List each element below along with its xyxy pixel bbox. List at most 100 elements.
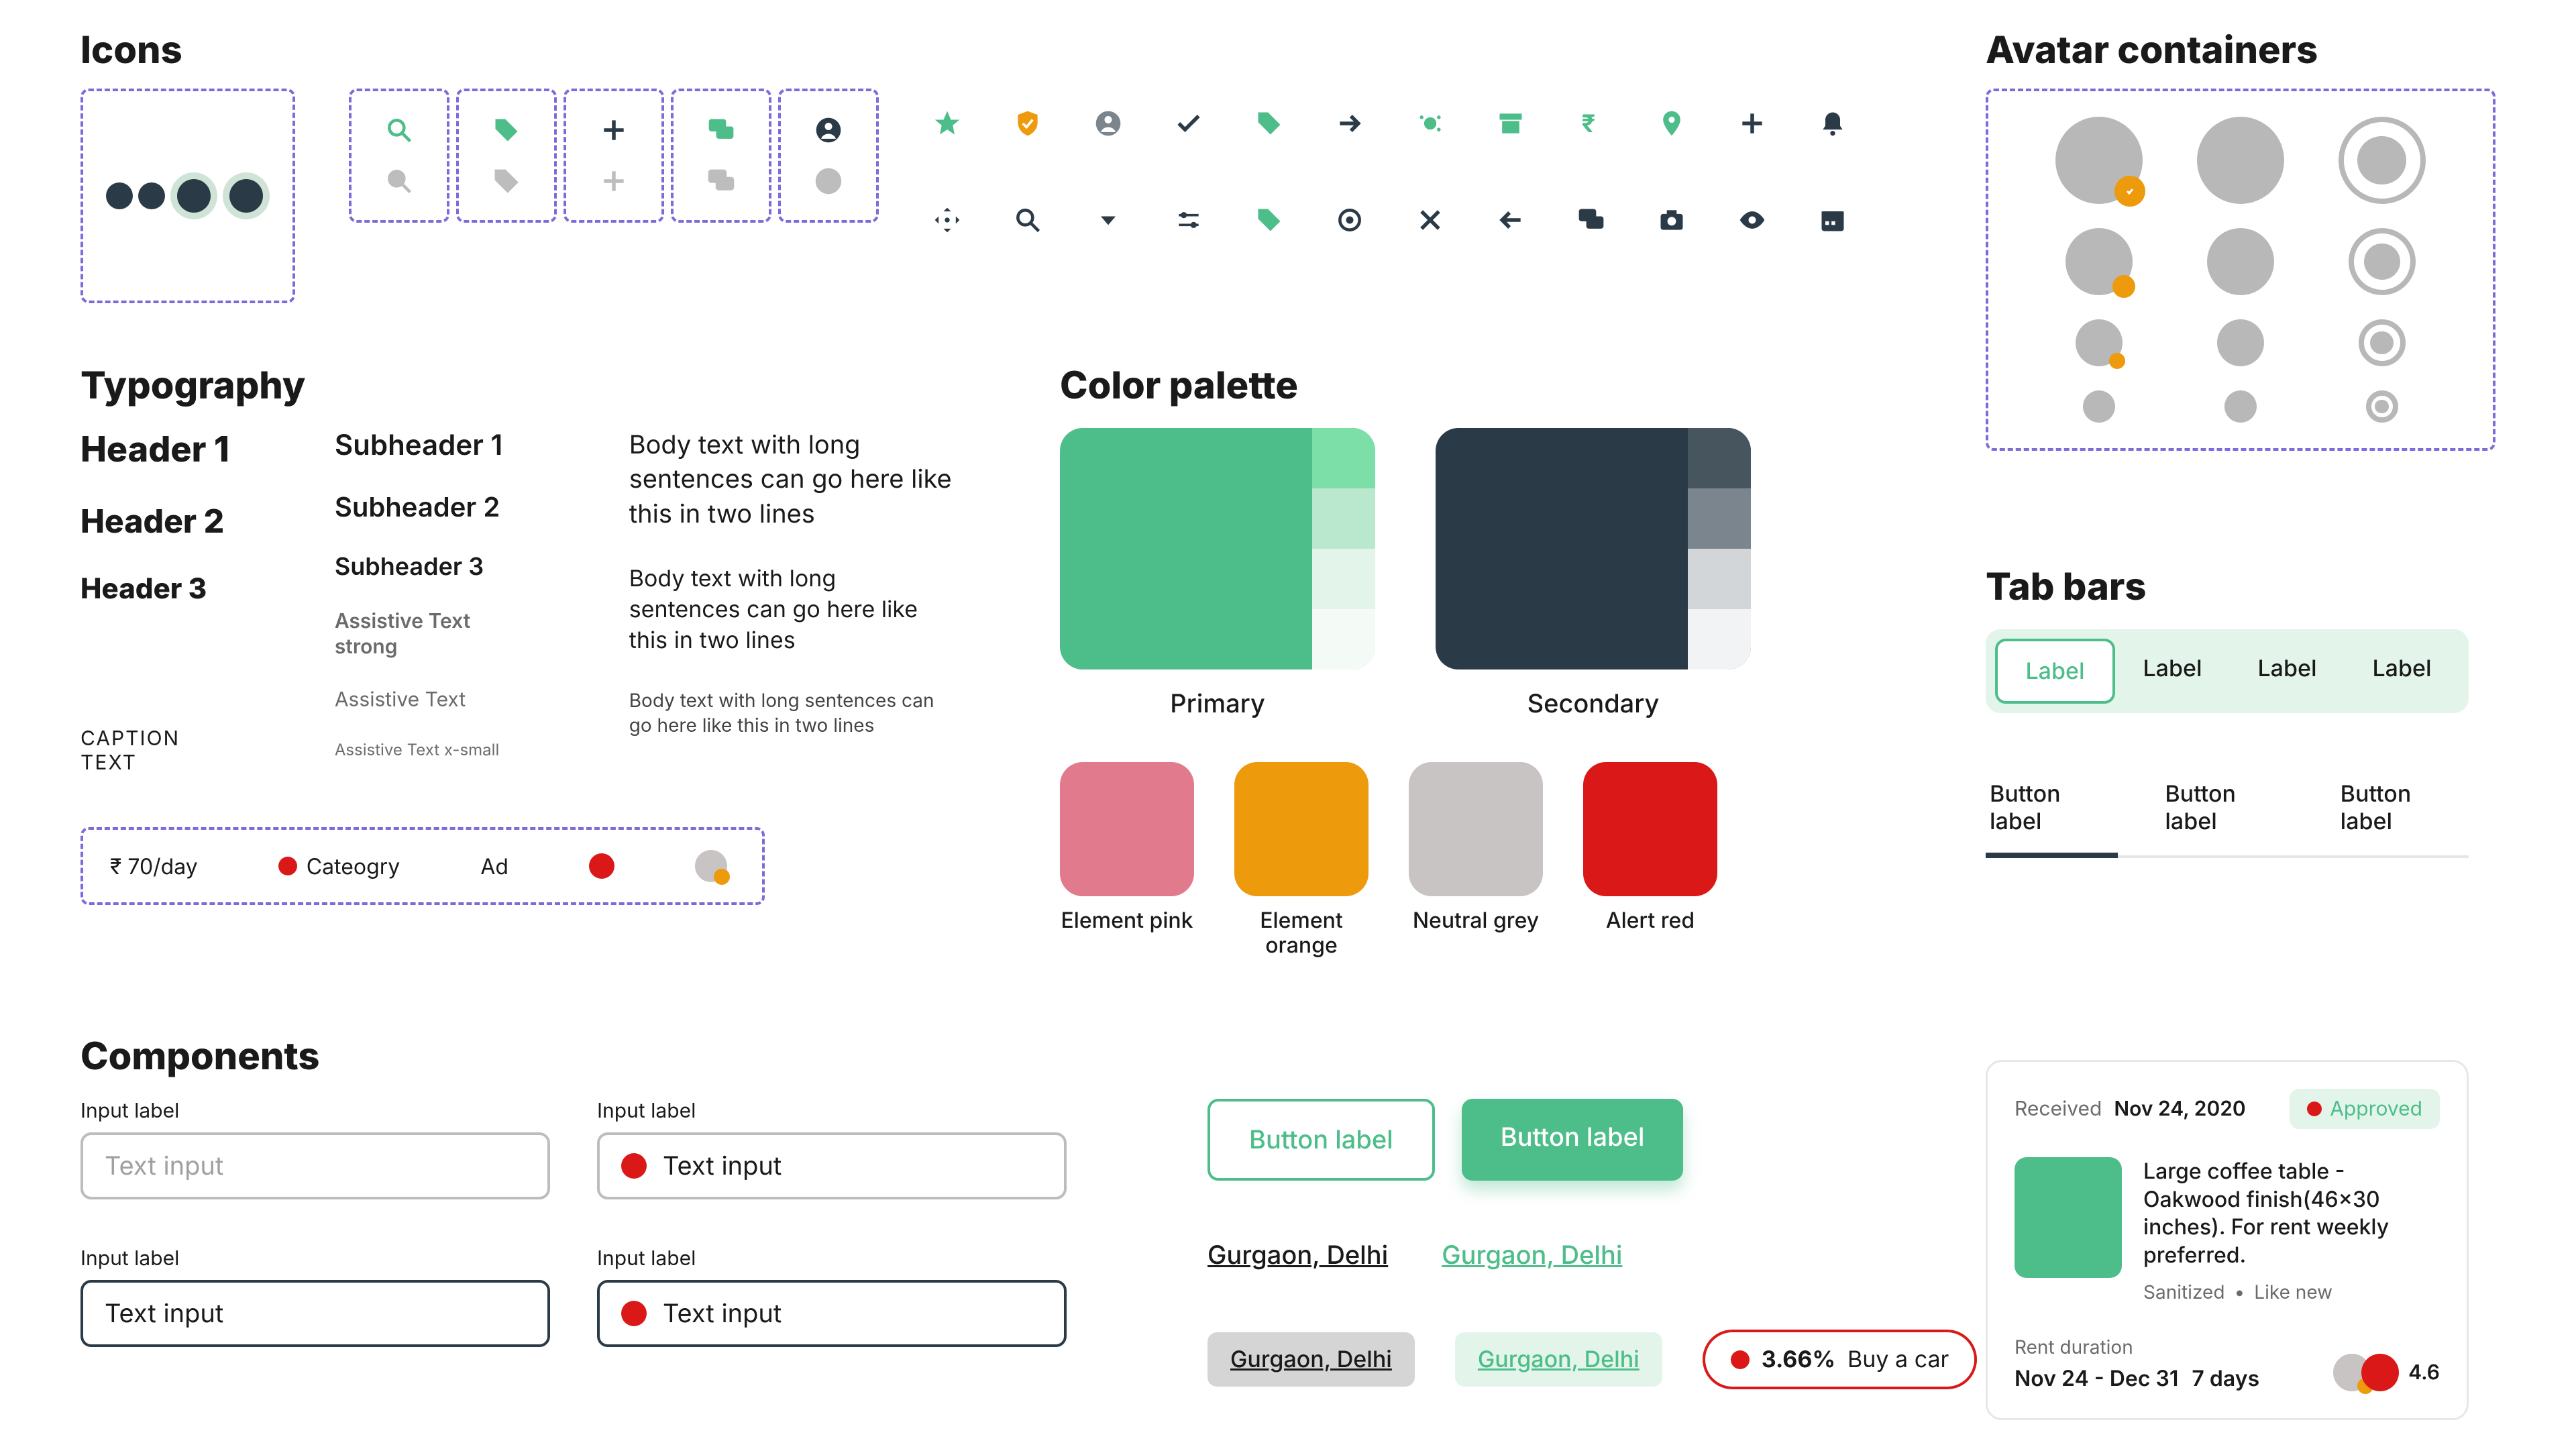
dot-icon	[278, 857, 297, 875]
plus-icon	[599, 166, 629, 196]
cta-pill-button[interactable]: 3.66% Buy a car	[1703, 1330, 1978, 1389]
text-input[interactable]: Text input	[80, 1280, 550, 1347]
input-plain: Input label Text input	[80, 1099, 550, 1199]
avatar-small-outline	[2359, 319, 2406, 366]
ad-chip: Ad	[480, 853, 508, 879]
tag-icon	[1254, 205, 1284, 235]
calendar-icon	[1818, 205, 1847, 235]
section-title-avatars: Avatar containers	[1986, 27, 2496, 72]
search-icon	[384, 115, 414, 145]
input-with-icon: Input label Text input	[597, 1099, 1067, 1199]
header-2-sample: Header 2	[80, 501, 241, 541]
text-input[interactable]: Text input	[597, 1280, 1067, 1347]
text-input[interactable]: Text input	[597, 1132, 1067, 1199]
received-label: Received	[2015, 1097, 2102, 1121]
caret-down-icon	[1093, 205, 1123, 235]
tab-pill-1[interactable]: Label	[1995, 639, 2115, 704]
tag-icon	[492, 115, 521, 145]
header-3-sample: Header 3	[80, 572, 241, 606]
rating: 4.6	[2408, 1360, 2440, 1385]
text-input[interactable]: Text input	[80, 1132, 550, 1199]
sparkle-icon	[1415, 109, 1445, 138]
avatar-xsmall	[695, 850, 727, 882]
target-icon	[1335, 205, 1364, 235]
avatar-medium-badge	[2065, 228, 2133, 295]
camera-icon	[1657, 205, 1686, 235]
avatar-xsmall	[2224, 390, 2257, 423]
tab-underline-1[interactable]: Button label	[1986, 780, 2118, 855]
body-text-md: Body text with long sentences can go her…	[629, 564, 953, 656]
icon-states-group	[349, 89, 879, 223]
dot-default-icon	[138, 182, 165, 209]
avatar-large-badge	[2055, 117, 2143, 204]
subheader-1-sample: Subheader 1	[335, 428, 535, 462]
avatar-xsmall	[2083, 390, 2115, 423]
caption-sample: CAPTION TEXT	[80, 727, 241, 775]
assistive-sample: Assistive Text	[335, 688, 535, 712]
plus-icon	[1737, 109, 1767, 138]
subheader-3-sample: Subheader 3	[335, 551, 535, 581]
check-icon	[1174, 109, 1203, 138]
header-1-sample: Header 1	[80, 428, 241, 470]
dot-states-box	[80, 89, 295, 303]
avatar-medium-outline	[2349, 228, 2416, 295]
dot-selected-icon	[223, 172, 270, 219]
card-section: Received Nov 24, 2020 Approved Large cof…	[1986, 1060, 2469, 1420]
archive-icon	[1496, 109, 1525, 138]
avatar-large-outline	[2339, 117, 2426, 204]
tag-neutral[interactable]: Gurgaon, Delhi	[1208, 1332, 1415, 1387]
system-icon-grid: ₹	[932, 89, 1847, 235]
swatch-primary: Primary	[1060, 428, 1375, 719]
user-circle-icon	[814, 115, 843, 145]
tag-accent[interactable]: Gurgaon, Delhi	[1455, 1332, 1662, 1387]
dot-selected-icon	[170, 172, 217, 219]
arrow-left-icon	[1496, 205, 1525, 235]
link-accent[interactable]: Gurgaon, Delhi	[1442, 1240, 1622, 1271]
dot-icon	[621, 1301, 647, 1326]
tab-underline-3[interactable]: Button label	[2337, 780, 2469, 855]
avatar-section: Avatar containers	[1986, 27, 2496, 451]
tab-underline-2[interactable]: Button label	[2161, 780, 2293, 855]
chat-icon	[1576, 205, 1606, 235]
bell-icon	[1818, 109, 1847, 138]
swatch-secondary: Secondary	[1436, 428, 1751, 719]
section-title-icons: Icons	[80, 27, 1999, 72]
card-title: Large coffee table - Oakwood finish(46x3…	[2143, 1157, 2440, 1269]
price-chip: ₹ 70/day	[110, 853, 198, 879]
eye-icon	[1737, 205, 1767, 235]
button-primary[interactable]: Button label	[1462, 1099, 1684, 1181]
chips-showcase: ₹ 70/day Cateogry Ad	[80, 827, 765, 905]
tab-pill-3[interactable]: Label	[2230, 639, 2345, 704]
dot-icon	[1731, 1350, 1750, 1369]
search-icon	[1013, 205, 1042, 235]
avatar-small	[2217, 319, 2264, 366]
listing-card[interactable]: Received Nov 24, 2020 Approved Large cof…	[1986, 1060, 2469, 1420]
tab-pill-2[interactable]: Label	[2115, 639, 2230, 704]
swatch-pink: Element pink	[1060, 762, 1194, 958]
shield-verified-icon	[2112, 275, 2135, 298]
tag-icon	[1254, 109, 1284, 138]
search-icon	[384, 166, 414, 196]
rupee-icon: ₹	[1576, 109, 1606, 138]
link-default[interactable]: Gurgaon, Delhi	[1208, 1240, 1388, 1271]
assistive-strong-sample: Assistive Text strong	[335, 609, 535, 659]
body-text-sm: Body text with long sentences can go her…	[629, 688, 953, 739]
button-outline[interactable]: Button label	[1208, 1099, 1435, 1181]
avatar-large	[2197, 117, 2284, 204]
status-badge: Approved	[2290, 1089, 2440, 1129]
underline-tabbar: Button label Button label Button label	[1986, 780, 2469, 858]
tab-pill-4[interactable]: Label	[2345, 639, 2459, 704]
dot-icon	[589, 853, 614, 879]
star-icon	[932, 109, 962, 138]
user-circle-icon	[814, 166, 843, 196]
body-text-lg: Body text with long sentences can go her…	[629, 428, 953, 531]
location-icon	[1657, 109, 1686, 138]
avatar-stack-2	[2361, 1354, 2399, 1391]
dot-icon	[621, 1153, 647, 1179]
swatch-orange: Element orange	[1234, 762, 1368, 958]
shield-verified-icon	[714, 869, 730, 885]
user-circle-icon	[1093, 109, 1123, 138]
chat-icon	[706, 166, 736, 196]
plus-icon	[599, 115, 629, 145]
icons-section: Icons ₹	[80, 27, 1999, 303]
